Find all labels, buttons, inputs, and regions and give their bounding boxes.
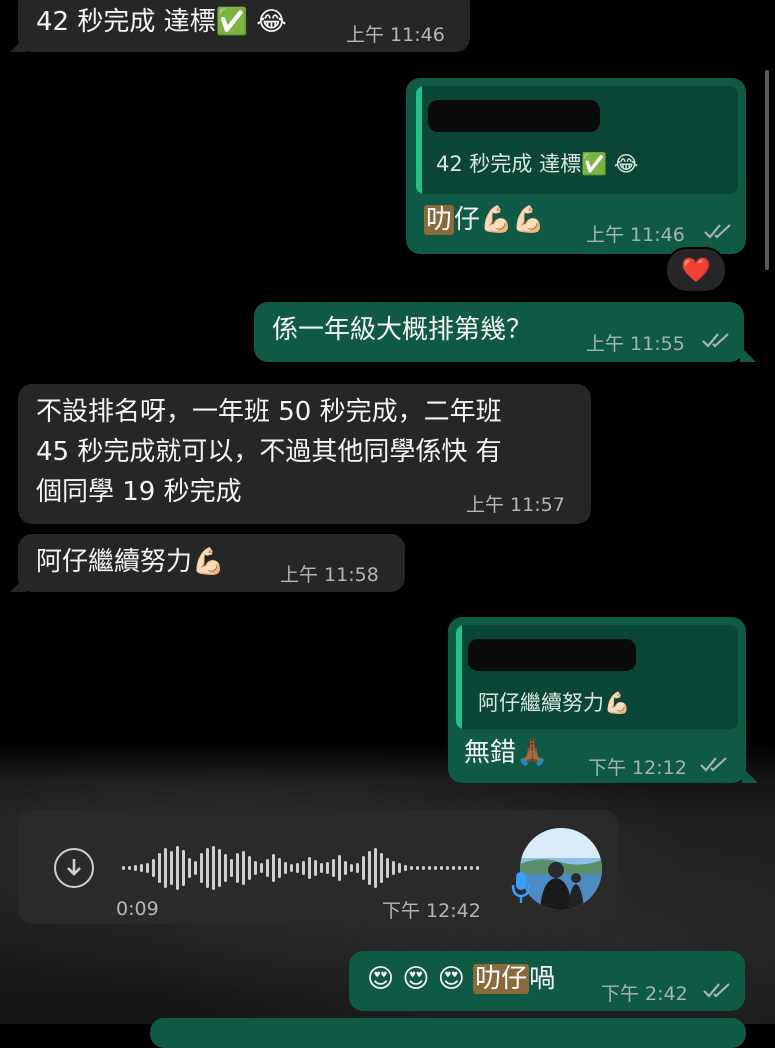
emoji-group: 😍 😍 😍 — [367, 964, 465, 994]
message-outgoing-partial[interactable] — [150, 1018, 746, 1048]
redacted-sender — [428, 100, 600, 132]
message-time: 下午 12:12 — [588, 757, 687, 779]
message-outgoing[interactable]: 42 秒完成 達標✅ 😂 叻仔💪🏻💪🏻 上午 11:46 — [406, 78, 746, 254]
double-check-icon — [700, 757, 727, 772]
voice-message[interactable]: 0:09 下午 12:42 — [18, 810, 618, 924]
message-time: 上午 11:58 — [280, 564, 379, 586]
message-text-line: 45 秒完成就可以，不過其他同學係快 有 — [36, 437, 502, 467]
double-check-icon — [702, 333, 729, 348]
message-time: 上午 11:46 — [346, 24, 445, 46]
message-incoming[interactable]: 不設排名呀，一年班 50 秒完成，二年班 45 秒完成就可以，不過其他同學係快 … — [18, 384, 591, 524]
message-text-rest: 仔💪🏻💪🏻 — [454, 205, 545, 235]
message-time: 下午 2:42 — [601, 983, 688, 1005]
message-outgoing[interactable]: 係一年級大概排第幾？ 上午 11:55 — [254, 302, 744, 362]
message-text: 無錯🙏🏾 — [464, 738, 549, 768]
message-incoming[interactable]: 42 秒完成 達標✅ 😂 上午 11:46 — [18, 0, 470, 52]
quote-text: 42 秒完成 達標✅ 😂 — [436, 152, 639, 176]
message-text-line: 個同學 19 秒完成 — [36, 477, 242, 507]
quoted-message[interactable]: 42 秒完成 達標✅ 😂 — [416, 86, 738, 194]
message-time: 上午 11:46 — [586, 224, 685, 246]
scrollbar[interactable] — [765, 70, 769, 270]
message-text: 阿仔繼續努力💪🏻 — [36, 547, 225, 577]
avatar[interactable] — [520, 828, 602, 910]
message-text: 42 秒完成 達標✅ 😂 — [36, 7, 287, 37]
voice-duration: 0:09 — [116, 898, 159, 920]
highlighted-text: 叻 — [424, 205, 455, 235]
waveform[interactable] — [122, 844, 492, 892]
message-time: 上午 11:55 — [586, 333, 685, 355]
message-text: 😍 😍 😍 叻仔喎 — [367, 961, 555, 997]
message-outgoing[interactable]: 😍 😍 😍 叻仔喎 下午 2:42 — [349, 951, 745, 1011]
message-text-rest: 喎 — [529, 964, 556, 994]
message-incoming[interactable]: 阿仔繼續努力💪🏻 上午 11:58 — [18, 534, 405, 592]
reaction-badge[interactable]: ❤️ — [665, 247, 727, 293]
quote-bar — [416, 86, 422, 194]
message-text: 叻仔💪🏻💪🏻 — [424, 202, 545, 238]
quoted-message[interactable]: 阿仔繼續努力💪🏻 — [456, 625, 738, 729]
message-time: 下午 12:42 — [382, 900, 481, 922]
message-text: 係一年級大概排第幾？ — [272, 315, 533, 345]
quote-bar — [456, 625, 462, 729]
double-check-icon — [704, 224, 731, 239]
double-check-icon — [703, 983, 730, 998]
microphone-icon — [511, 872, 531, 903]
message-outgoing[interactable]: 阿仔繼續努力💪🏻 無錯🙏🏾 下午 12:12 — [448, 617, 746, 783]
highlighted-text: 叻仔 — [473, 964, 530, 994]
download-icon[interactable] — [54, 848, 94, 888]
quote-text: 阿仔繼續努力💪🏻 — [478, 691, 631, 715]
message-text-line: 不設排名呀，一年班 50 秒完成，二年班 — [36, 397, 502, 427]
message-time: 上午 11:57 — [466, 494, 565, 516]
redacted-sender — [468, 639, 636, 671]
